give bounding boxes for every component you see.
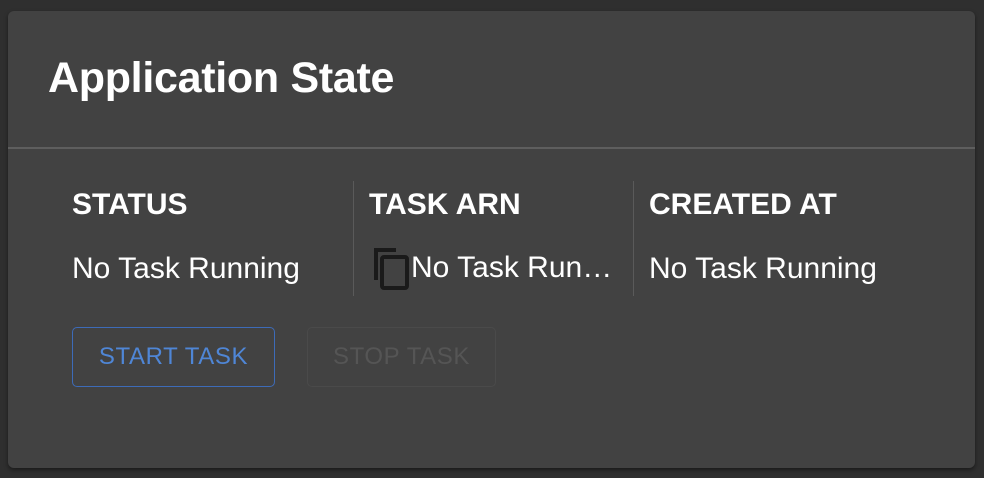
status-column: STATUS No Task Running (72, 181, 352, 296)
copy-icon[interactable] (369, 245, 411, 291)
task-arn-value: No Task Running (411, 251, 616, 284)
created-at-header: CREATED AT (649, 188, 837, 221)
task-arn-column: TASK ARN No Task Running (353, 181, 634, 296)
created-at-value: No Task Running (649, 252, 877, 285)
task-arn-row: No Task Running (369, 245, 619, 291)
application-state-card: Application State STATUS No Task Running… (8, 11, 975, 468)
task-arn-header: TASK ARN (369, 188, 521, 221)
title-divider (8, 147, 975, 149)
start-task-button[interactable]: START TASK (72, 327, 275, 387)
card-title: Application State (48, 54, 395, 102)
status-header: STATUS (72, 188, 188, 221)
created-at-column: CREATED AT No Task Running (633, 181, 934, 296)
status-value: No Task Running (72, 252, 300, 285)
stop-task-button[interactable]: STOP TASK (307, 327, 496, 387)
